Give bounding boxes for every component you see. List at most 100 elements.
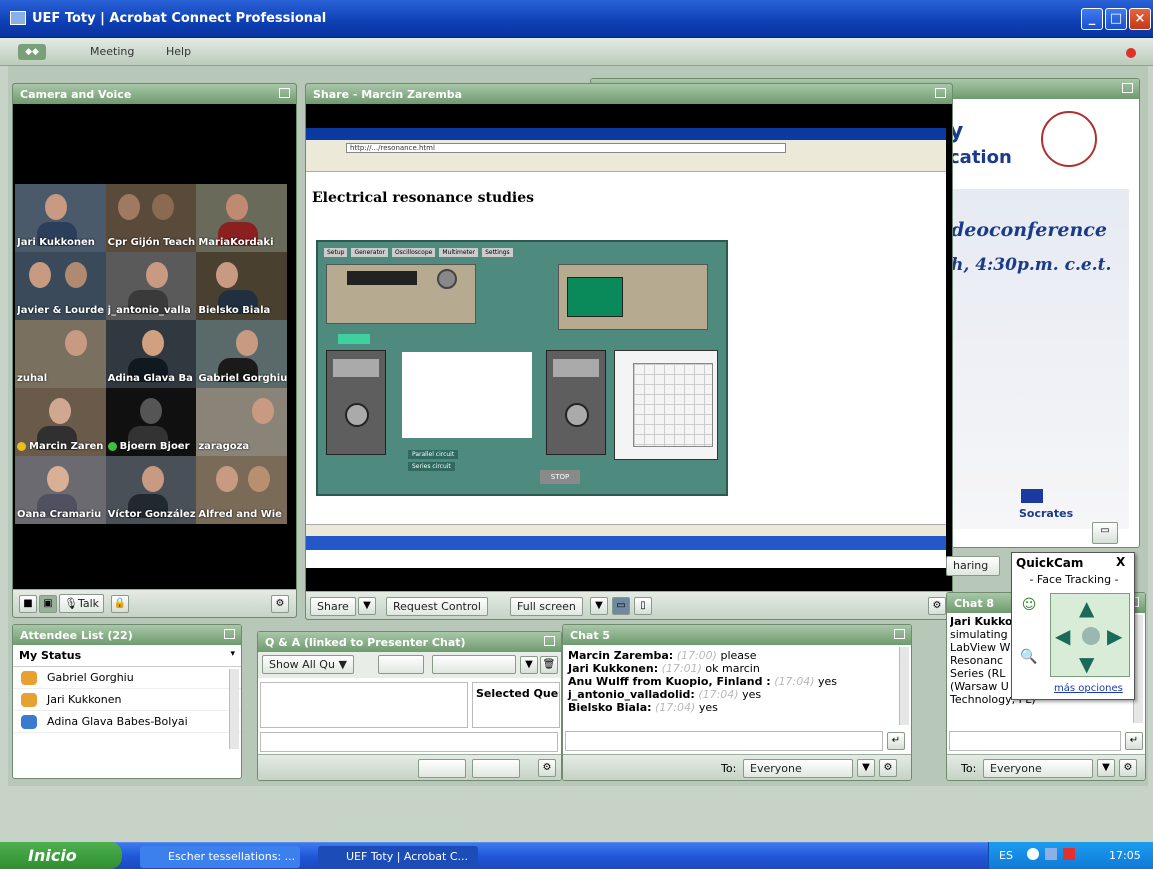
close-button[interactable]: × xyxy=(1129,8,1151,30)
help-button[interactable] xyxy=(338,334,370,344)
multimeter-knob-icon[interactable] xyxy=(565,403,589,427)
qa-dropdown-icon[interactable]: ▼ xyxy=(520,656,538,674)
taskbar-item[interactable]: Escher tessellations: ... xyxy=(140,846,300,868)
qa-delete-icon[interactable]: 🗑 xyxy=(540,656,558,674)
send-message-icon[interactable]: ↵ xyxy=(887,732,905,750)
pod-options-icon[interactable]: ⚙ xyxy=(928,597,946,615)
camera-stop-button[interactable]: ■ xyxy=(19,595,37,613)
video-tile[interactable]: MariaKordaki xyxy=(196,184,287,252)
pod-options-icon[interactable]: ⚙ xyxy=(538,759,556,777)
taskbar-item[interactable]: UEF Toty | Acrobat C... xyxy=(318,846,478,868)
labview-stop-button[interactable]: STOP xyxy=(540,470,580,484)
qa-action-button[interactable] xyxy=(472,759,520,778)
full-screen-button[interactable]: Full screen xyxy=(510,597,583,616)
pan-right-icon[interactable]: ▶ xyxy=(1107,624,1122,648)
sharing-tab[interactable]: haring xyxy=(946,556,1000,576)
start-button[interactable]: Inicio xyxy=(0,842,122,869)
chat8-input[interactable] xyxy=(949,731,1121,751)
video-tile[interactable]: Marcin Zaren xyxy=(15,388,106,456)
chevron-down-icon[interactable]: ▼ xyxy=(1097,759,1115,777)
presentation-fullscreen-icon[interactable]: ▭ xyxy=(1092,522,1118,544)
share-button[interactable]: Share xyxy=(310,597,356,616)
video-tile[interactable]: Jari Kukkonen xyxy=(15,184,106,252)
pod-maximize-icon[interactable] xyxy=(1122,83,1133,93)
pod-options-icon[interactable]: ⚙ xyxy=(879,759,897,777)
labview-tab[interactable]: Multimeter xyxy=(439,248,479,257)
chevron-down-icon[interactable]: ▼ xyxy=(857,759,875,777)
pod-maximize-icon[interactable] xyxy=(544,636,555,646)
pan-up-icon[interactable]: ▲ xyxy=(1079,596,1094,620)
series-circuit-button[interactable]: Series circuit xyxy=(408,462,455,471)
attendee-row[interactable]: Jari Kukkonen xyxy=(13,689,241,711)
menu-help[interactable]: Help xyxy=(166,45,191,58)
camera-toggle-button[interactable]: ▣ xyxy=(39,595,57,613)
video-tile[interactable]: j_antonio_valla xyxy=(105,252,197,320)
video-tile[interactable]: Adina Glava Ba xyxy=(105,320,197,388)
qa-blank-button[interactable] xyxy=(378,655,424,674)
talk-button[interactable]: 🎙Talk xyxy=(59,594,105,613)
pod-options-icon[interactable]: ⚙ xyxy=(271,595,289,613)
qa-question-list[interactable] xyxy=(260,682,468,728)
labview-tab[interactable]: Setup xyxy=(324,248,348,257)
attendee-row[interactable]: Adina Glava Babes-Bolyai xyxy=(13,711,241,733)
pod-maximize-icon[interactable] xyxy=(279,88,290,98)
video-tile[interactable]: Víctor González xyxy=(105,456,197,524)
connect-logo-icon[interactable]: ◆◆ xyxy=(18,44,46,60)
quickcam-close-button[interactable]: X xyxy=(1116,555,1125,569)
oscilloscope-panel xyxy=(558,264,708,330)
frequency-knob-icon[interactable] xyxy=(437,269,457,289)
chat5-input[interactable] xyxy=(565,731,883,751)
share-dropdown-icon[interactable]: ▼ xyxy=(358,597,376,615)
view-mode-icon[interactable]: ▭ xyxy=(612,597,630,615)
maximize-button[interactable]: □ xyxy=(1105,8,1127,30)
chat5-scrollbar[interactable] xyxy=(899,647,909,725)
video-tile[interactable]: zuhal xyxy=(15,320,106,388)
qa-action-button[interactable] xyxy=(418,759,466,778)
pan-left-icon[interactable]: ◀ xyxy=(1055,624,1070,648)
request-control-button[interactable]: Request Control xyxy=(386,597,488,616)
menu-meeting[interactable]: Meeting xyxy=(90,45,134,58)
zoom-icon[interactable]: 🔍 xyxy=(1018,649,1040,671)
antivirus-icon[interactable] xyxy=(1063,848,1075,860)
labview-tab[interactable]: Generator xyxy=(351,248,388,257)
pod-maximize-icon[interactable] xyxy=(894,629,905,639)
view-split-icon[interactable]: ▯ xyxy=(634,597,652,615)
face-tracking-icon[interactable]: ☺ xyxy=(1018,597,1040,619)
language-indicator[interactable]: ES xyxy=(999,849,1013,862)
chat5-recipient-select[interactable]: Everyone xyxy=(743,759,853,778)
lock-icon[interactable]: 🔒 xyxy=(111,595,129,613)
video-tile[interactable]: Javier & Lourde xyxy=(15,252,106,320)
minimize-button[interactable]: _ xyxy=(1081,8,1103,30)
shared-address-bar[interactable]: http://.../resonance.html xyxy=(346,143,786,153)
video-tile[interactable]: Cpr Gijón Teach xyxy=(105,184,197,252)
chevron-down-icon[interactable]: ▾ xyxy=(230,649,235,659)
qa-answer-input[interactable] xyxy=(260,732,558,752)
qa-select-dropdown[interactable] xyxy=(432,655,516,674)
pod-maximize-icon[interactable] xyxy=(224,629,235,639)
pod-maximize-icon[interactable] xyxy=(935,88,946,98)
more-options-link[interactable]: más opciones xyxy=(1054,683,1123,694)
pan-down-icon[interactable]: ▼ xyxy=(1079,652,1094,676)
my-status-row[interactable]: My Status ▾ xyxy=(13,645,241,667)
attendee-scrollbar[interactable] xyxy=(229,669,239,749)
video-tile[interactable]: Oana Cramariu xyxy=(15,456,106,524)
parallel-circuit-button[interactable]: Parallel circuit xyxy=(408,450,459,459)
multimeter-knob-icon[interactable] xyxy=(345,403,369,427)
chat8-recipient-select[interactable]: Everyone xyxy=(983,759,1093,778)
fullscreen-dropdown-icon[interactable]: ▼ xyxy=(590,597,608,615)
video-tile[interactable]: Alfred and Wie xyxy=(196,456,287,524)
send-message-icon[interactable]: ↵ xyxy=(1125,732,1143,750)
network-icon[interactable] xyxy=(1027,848,1039,860)
video-tile[interactable]: zaragoza xyxy=(196,388,287,456)
attendee-row[interactable]: Gabriel Gorghiu xyxy=(13,667,241,689)
volume-icon[interactable] xyxy=(1045,848,1057,860)
pod-options-icon[interactable]: ⚙ xyxy=(1119,759,1137,777)
labview-tab[interactable]: Oscilloscope xyxy=(391,248,436,257)
pan-center-icon[interactable] xyxy=(1082,627,1100,645)
video-tile[interactable]: Gabriel Gorghiu xyxy=(196,320,287,388)
video-tile[interactable]: Bielsko Biala xyxy=(196,252,287,320)
video-tile[interactable]: Bjoern Bjoer xyxy=(105,388,197,456)
chat-message: j_antonio_valladolid: (17:04) yes xyxy=(568,688,894,701)
qa-filter-dropdown[interactable]: Show All Qu ▼ xyxy=(262,655,354,674)
labview-tab[interactable]: Settings xyxy=(482,248,513,257)
